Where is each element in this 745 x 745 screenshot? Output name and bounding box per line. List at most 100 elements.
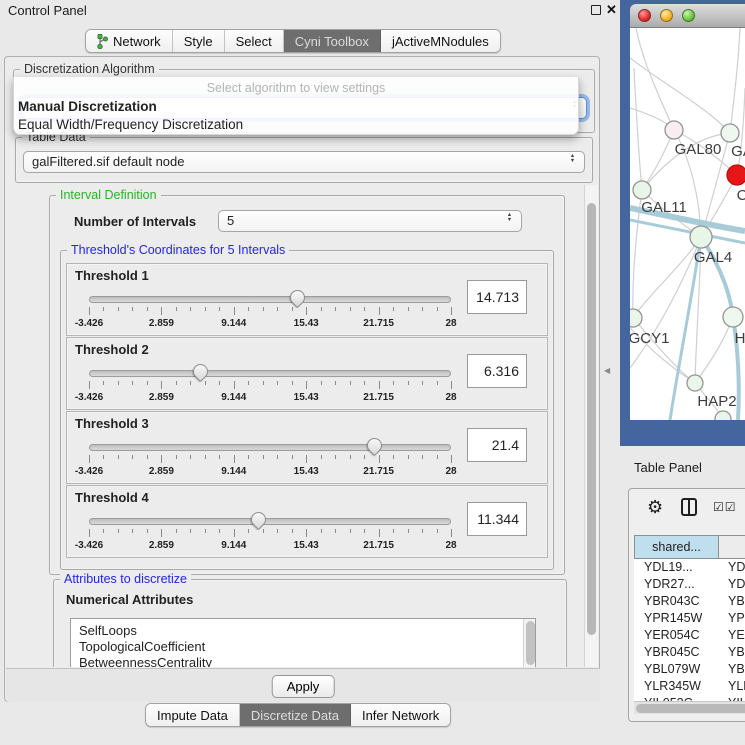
numerical-attributes-list[interactable]: SelfLoopsTopologicalCoefficientBetweenne… — [70, 618, 536, 667]
table-row[interactable]: YBL079WYBL0 — [634, 661, 745, 678]
node-label-h: H — [735, 330, 745, 347]
node-gal4[interactable] — [690, 226, 712, 248]
column-layout-icon[interactable] — [681, 498, 697, 516]
node-gal11[interactable] — [633, 181, 651, 199]
slider-ticks — [89, 455, 451, 464]
panel-title: Control Panel — [8, 3, 87, 18]
table-data-value: galFiltered.sif default node — [32, 154, 184, 169]
slider-tick-labels: -3.4262.8599.14415.4321.71528 — [89, 540, 451, 552]
slider-ticks — [89, 529, 451, 538]
slider-track[interactable] — [89, 370, 451, 377]
table-row[interactable]: YBR043CYBR0 — [634, 593, 745, 610]
table-row[interactable]: YPR145WYPR1 — [634, 610, 745, 627]
splitter-collapse-icon[interactable]: ◀ — [604, 366, 610, 375]
node-red-selected[interactable] — [727, 165, 745, 185]
table-panel-titlebar: Table Panel — [620, 452, 745, 482]
node-bottom-partial[interactable] — [715, 411, 731, 420]
threshold-label: Threshold 2 — [75, 342, 149, 357]
minimize-traffic-light[interactable] — [660, 9, 673, 22]
float-window-icon[interactable] — [591, 5, 601, 15]
node-gal-right[interactable] — [721, 124, 739, 142]
slider-thumb[interactable] — [248, 509, 269, 530]
algorithm-option-manual[interactable]: Manual Discretization — [18, 99, 157, 114]
tab-discretize-data-label: Discretize Data — [251, 708, 339, 723]
table-panel-title: Table Panel — [634, 460, 702, 475]
tab-jactivemnodules[interactable]: jActiveMNodules — [381, 30, 500, 52]
slider-track[interactable] — [89, 444, 451, 451]
threshold-value-field[interactable]: 6.316 — [467, 354, 527, 388]
tab-select-label: Select — [236, 34, 272, 49]
tab-select[interactable]: Select — [225, 30, 284, 52]
table-data-combobox[interactable]: galFiltered.sif default node ▲▼ — [23, 151, 585, 173]
tab-infer-network-label: Infer Network — [362, 708, 439, 723]
node-label-gal11: GAL11 — [641, 199, 687, 216]
threshold-value-field[interactable]: 14.713 — [467, 280, 527, 314]
slider-thumb[interactable] — [190, 361, 211, 382]
apply-button[interactable]: Apply — [272, 675, 335, 698]
node-hap2[interactable] — [687, 375, 703, 391]
bottom-tab-bar: Impute Data Discretize Data Infer Networ… — [145, 703, 451, 727]
node-label-gal80: GAL80 — [675, 141, 722, 158]
attributes-list-scrollbar[interactable] — [523, 619, 535, 667]
close-traffic-light[interactable] — [638, 9, 651, 22]
node-h[interactable] — [723, 307, 743, 327]
gear-icon[interactable]: ⚙ — [647, 497, 663, 518]
node-gal80[interactable] — [665, 121, 683, 139]
threshold-value-field[interactable]: 11.344 — [467, 502, 527, 536]
node-label-gcy1: GCY1 — [630, 330, 669, 347]
column-header-name[interactable]: na — [718, 535, 745, 559]
threshold-slider[interactable]: -3.4262.8599.14415.4321.71528 — [89, 512, 451, 556]
threshold-label: Threshold 4 — [75, 490, 149, 505]
attribute-item[interactable]: SelfLoops — [71, 623, 535, 639]
table-row[interactable]: YDR27...YDR2 — [634, 576, 745, 593]
combo-stepper-icon: ▲▼ — [505, 213, 514, 222]
column-header-shared[interactable]: shared... — [634, 535, 719, 559]
number-of-intervals-label: Number of Intervals — [74, 214, 196, 229]
network-window-titlebar[interactable] — [630, 4, 745, 28]
slider-track[interactable] — [89, 518, 451, 525]
thresholds-group-title: Threshold's Coordinates for 5 Intervals — [67, 243, 289, 257]
slider-ticks — [89, 307, 451, 316]
table-body: YDL19...YDL1YDR27...YDR2YBR043CYBR0YPR14… — [634, 559, 745, 703]
tab-jactivemnodules-label: jActiveMNodules — [392, 34, 489, 49]
network-canvas[interactable]: GAL80 GA C GAL11 GAL4 GCY1 H HAP2 — [630, 28, 745, 420]
threshold-slider[interactable]: -3.4262.8599.14415.4321.71528 — [89, 290, 451, 334]
tab-infer-network[interactable]: Infer Network — [351, 704, 450, 726]
threshold-slider[interactable]: -3.4262.8599.14415.4321.71528 — [89, 364, 451, 408]
control-panel: Control Panel ✕ Network Style Select Cyn… — [0, 0, 620, 745]
algorithm-option-equal-width[interactable]: Equal Width/Frequency Discretization — [18, 117, 243, 132]
tab-style[interactable]: Style — [173, 30, 225, 52]
table-row[interactable]: YBR045CYBR0 — [634, 644, 745, 661]
number-of-intervals-combobox[interactable]: 5 ▲▼ — [218, 210, 522, 232]
discretization-algorithm-group-title: Discretization Algorithm — [20, 62, 159, 76]
zoom-traffic-light[interactable] — [682, 9, 695, 22]
table-row[interactable]: YLR345WYLR3 — [634, 678, 745, 695]
slider-thumb[interactable] — [287, 287, 308, 308]
select-columns-icon[interactable]: ☑☑ — [713, 500, 737, 514]
threshold-value-field[interactable]: 21.4 — [467, 428, 527, 462]
slider-thumb[interactable] — [364, 435, 385, 456]
interval-definition-group: Interval Definition Number of Intervals … — [49, 195, 565, 575]
cyni-toolbox-panel: Discretization Algorithm ▲▼ Select algor… — [4, 56, 600, 702]
tab-network[interactable]: Network — [86, 30, 173, 52]
tab-discretize-data[interactable]: Discretize Data — [240, 704, 351, 726]
tab-impute-data[interactable]: Impute Data — [146, 704, 240, 726]
threshold-slider[interactable]: -3.4262.8599.14415.4321.71528 — [89, 438, 451, 482]
close-icon[interactable]: ✕ — [606, 2, 617, 18]
table-row[interactable]: YDL19...YDL1 — [634, 559, 745, 576]
network-icon — [97, 34, 108, 49]
attribute-item[interactable]: TopologicalCoefficient — [71, 639, 535, 655]
node-gcy1[interactable] — [630, 309, 642, 327]
table-horizontal-scrollbar[interactable] — [634, 701, 745, 714]
slider-track[interactable] — [89, 296, 451, 303]
network-graph: GAL80 GA C GAL11 GAL4 GCY1 H HAP2 — [630, 28, 745, 420]
top-tab-bar: Network Style Select Cyni Toolbox jActiv… — [85, 29, 501, 53]
tab-cyni-toolbox-label: Cyni Toolbox — [295, 34, 369, 49]
attribute-item[interactable]: BetweennessCentrality — [71, 655, 535, 667]
scrollbar-thumb[interactable] — [636, 704, 745, 713]
settings-vertical-scrollbar[interactable] — [584, 185, 598, 667]
settings-scroll-area: Interval Definition Number of Intervals … — [9, 185, 583, 667]
algorithm-popup-hint: Select algorithm to view settings — [14, 81, 578, 95]
table-row[interactable]: YER054CYER0 — [634, 627, 745, 644]
tab-cyni-toolbox[interactable]: Cyni Toolbox — [284, 30, 381, 52]
